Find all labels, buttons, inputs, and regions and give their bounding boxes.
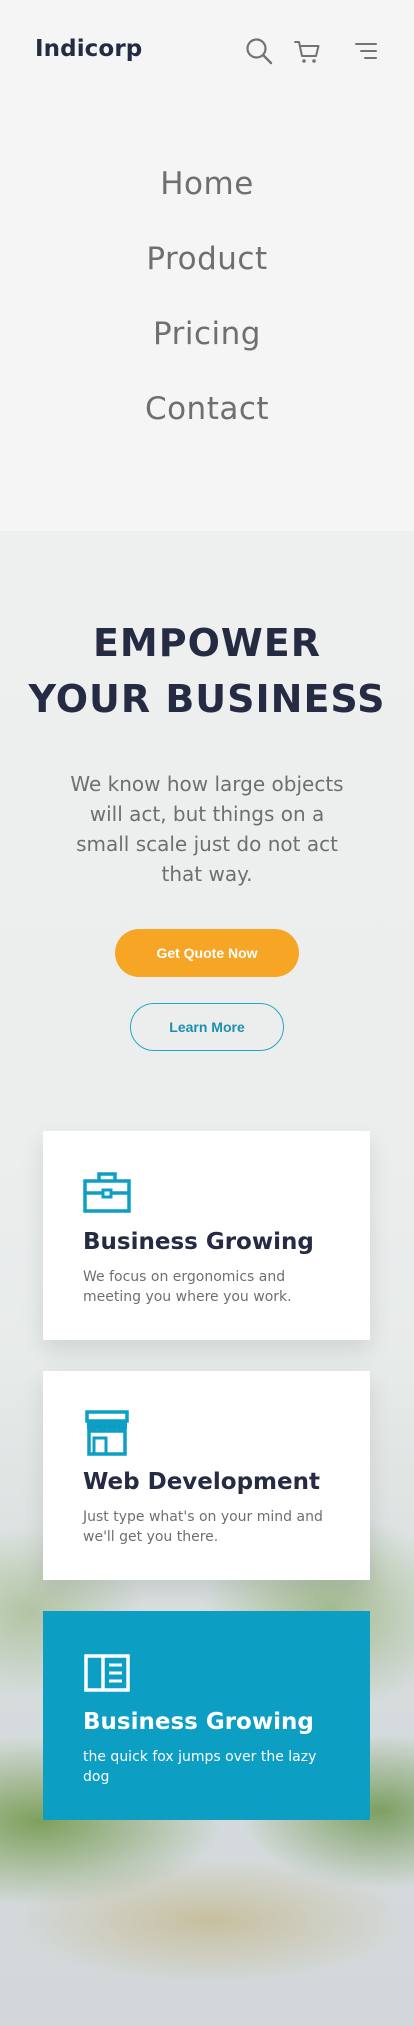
nav-item-product[interactable]: Product	[0, 241, 414, 277]
hero-title-line1: EMPOWER	[92, 621, 322, 665]
feature-text: Just type what's on your mind and we'll …	[83, 1509, 323, 1545]
hero-description: We know how large objects will act, but …	[70, 772, 344, 886]
search-icon[interactable]	[244, 36, 274, 66]
feature-card: Business Growing We focus on ergonomics …	[43, 1131, 370, 1340]
briefcase-icon	[83, 1169, 131, 1217]
feature-text: We focus on ergonomics and meeting you w…	[83, 1269, 292, 1305]
cart-icon[interactable]	[292, 36, 322, 66]
nav-item-contact[interactable]: Contact	[0, 391, 414, 427]
book-open-icon	[83, 1649, 131, 1697]
hero-title-line2: YOUR BUSINESS	[28, 677, 386, 721]
storefront-icon	[83, 1409, 131, 1457]
feature-title: Business Growing	[83, 1229, 314, 1255]
brand-logo[interactable]: Indicorp	[35, 36, 142, 62]
feature-card-highlighted: Business Growing the quick fox jumps ove…	[43, 1611, 370, 1820]
feature-text: the quick fox jumps over the lazy dog	[83, 1749, 317, 1785]
learn-more-button[interactable]: Learn More	[130, 1003, 284, 1051]
feature-card: Web Development Just type what's on your…	[43, 1371, 370, 1580]
get-quote-button[interactable]: Get Quote Now	[115, 929, 299, 977]
feature-title: Business Growing	[83, 1709, 314, 1735]
nav-item-pricing[interactable]: Pricing	[0, 316, 414, 352]
nav-item-home[interactable]: Home	[0, 166, 414, 202]
site-header: Indicorp Home Product Pricing Contact	[0, 0, 414, 531]
menu-icon[interactable]	[350, 36, 380, 66]
hero-section: EMPOWER YOUR BUSINESS We know how large …	[0, 531, 414, 2026]
feature-title: Web Development	[83, 1469, 320, 1495]
